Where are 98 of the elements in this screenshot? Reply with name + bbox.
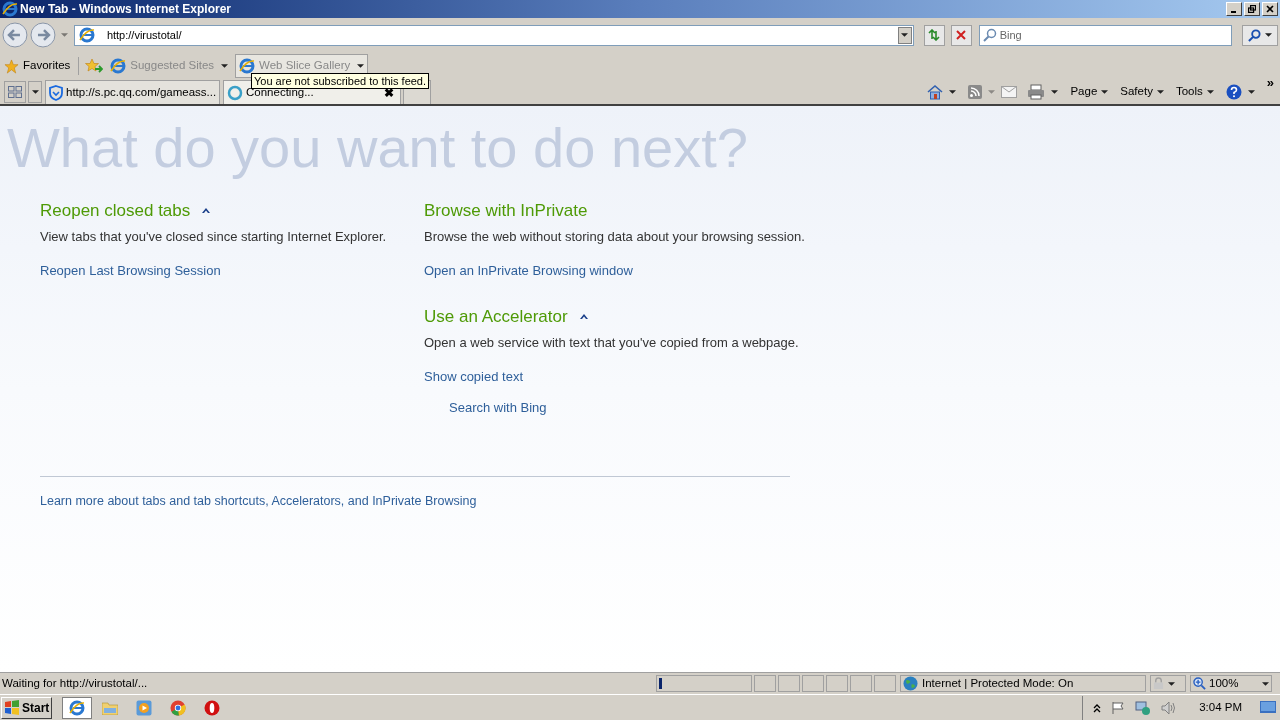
close-button[interactable]: [1262, 2, 1278, 16]
start-button[interactable]: Start: [1, 696, 53, 719]
status-pane: [778, 675, 800, 692]
section-description: Open a web service with text that you've copied from a webpage.: [424, 333, 800, 351]
caret-icon: [949, 90, 957, 94]
more-button[interactable]: »: [1266, 76, 1274, 89]
search-icon: [982, 28, 997, 42]
browser-icon: [110, 58, 127, 74]
caret-icon: [1051, 90, 1059, 94]
shield-icon: [49, 84, 63, 101]
section-title: Browse with InPrivate: [424, 200, 588, 222]
chevron-up-icon[interactable]: [1093, 702, 1102, 713]
link[interactable]: Show copied text: [424, 366, 523, 386]
tab-close-button[interactable]: ✖: [384, 86, 394, 99]
minimize-button[interactable]: [1226, 2, 1242, 16]
favorites-button[interactable]: Favorites: [4, 57, 80, 75]
search-box[interactable]: Bing: [978, 24, 1233, 46]
collapse-icon[interactable]: [202, 208, 211, 214]
opera-icon[interactable]: [204, 699, 221, 716]
caret-icon: [1101, 90, 1109, 94]
media-player-icon[interactable]: [136, 699, 153, 716]
status-pane: [850, 675, 872, 692]
status-pane: [802, 675, 824, 692]
search-button[interactable]: [1242, 24, 1278, 46]
command-menu-button[interactable]: Page: [1070, 83, 1109, 101]
printer-icon[interactable]: [1027, 84, 1046, 100]
forward-icon[interactable]: [29, 22, 56, 48]
restore-button[interactable]: [1244, 2, 1260, 16]
close-icon: [1266, 5, 1274, 13]
caret-icon: [31, 90, 39, 94]
caret-icon: [1206, 90, 1214, 94]
learn-more-link[interactable]: Learn more about tabs and tab shortcuts, Accelerators, and InPrivate Browsing: [40, 491, 477, 511]
zone-text: Internet | Protected Mode: On: [922, 675, 1074, 691]
refresh-button[interactable]: [923, 24, 945, 46]
address-field[interactable]: http://virustotal/: [98, 26, 898, 44]
tooltip: You are not subscribed to this feed.: [251, 73, 430, 89]
taskbar-item[interactable]: [62, 696, 93, 719]
caret-icon: [988, 90, 996, 94]
tab[interactable]: http://s.pc.qq.com/gameass...: [45, 80, 220, 104]
windows-logo-icon: [4, 699, 20, 716]
status-pane: [754, 675, 776, 692]
chrome-icon[interactable]: [170, 699, 187, 716]
link[interactable]: Open an InPrivate Browsing window: [424, 260, 633, 280]
clock: 3:04 PM: [1199, 699, 1242, 715]
add-favorite-icon[interactable]: [85, 58, 104, 74]
window-title: New Tab - Windows Internet Explorer: [20, 1, 232, 18]
section-title: Reopen closed tabs: [40, 200, 191, 222]
zoom-icon: [1193, 677, 1206, 690]
caret-icon: [1262, 681, 1269, 686]
help-icon[interactable]: [1225, 84, 1242, 100]
browser-icon: [78, 27, 95, 43]
command-menu-button[interactable]: Safety: [1120, 83, 1164, 101]
close-icon: [956, 30, 967, 40]
collapse-icon[interactable]: [579, 314, 588, 320]
link[interactable]: Reopen Last Browsing Session: [40, 260, 221, 280]
mail-icon[interactable]: [1001, 86, 1018, 98]
caret-icon: [1265, 33, 1273, 37]
caret-icon: [901, 33, 909, 37]
lock-icon: [1153, 677, 1164, 690]
search-field[interactable]: Bing: [999, 26, 1232, 44]
dropdown-button[interactable]: [897, 26, 912, 44]
caret-icon: [1168, 681, 1175, 686]
quick-tabs-button[interactable]: [4, 81, 26, 103]
caret-icon: [60, 33, 68, 37]
tab-list-button[interactable]: [28, 81, 42, 103]
zoom-button[interactable]: 100%: [1190, 675, 1272, 692]
loading-icon: [227, 84, 243, 101]
status-text: Waiting for http://virustotal/...: [1, 675, 149, 691]
status-pane: [826, 675, 848, 692]
star-icon: [4, 58, 19, 74]
caret-icon: [357, 64, 365, 68]
caret-icon: [221, 64, 229, 68]
stop-button[interactable]: [950, 24, 972, 46]
caret-icon: [1247, 90, 1255, 94]
section-description: Browse the web without storing data about your browsing session.: [424, 227, 806, 245]
speaker-icon[interactable]: [1161, 700, 1178, 715]
section-title: Use an Accelerator: [424, 306, 568, 328]
caret-icon: [1156, 90, 1164, 94]
address-bar[interactable]: http://virustotal/: [73, 24, 914, 46]
home-icon[interactable]: [927, 84, 944, 100]
restore-icon: [1248, 5, 1256, 13]
security-button[interactable]: [1150, 675, 1186, 692]
tab-label: http://s.pc.qq.com/gameass...: [66, 84, 217, 100]
flag-icon[interactable]: [1111, 700, 1126, 715]
browser-logo-icon: [2, 1, 18, 17]
back-icon[interactable]: [2, 22, 28, 48]
browser-icon: [69, 699, 86, 716]
show-desktop-icon[interactable]: [1260, 700, 1276, 715]
refresh-icon: [928, 29, 941, 41]
search-icon: [1248, 28, 1262, 42]
status-pane: [874, 675, 896, 692]
command-menu-button[interactable]: Tools: [1175, 83, 1214, 101]
feed-icon[interactable]: [968, 85, 983, 99]
globe-icon: [903, 676, 918, 691]
accelerator-link[interactable]: Search with Bing: [449, 398, 547, 418]
section-description: View tabs that you've closed since starting Internet Explorer.: [40, 227, 388, 245]
browser-icon: [239, 58, 256, 74]
tiles-icon: [8, 86, 22, 98]
